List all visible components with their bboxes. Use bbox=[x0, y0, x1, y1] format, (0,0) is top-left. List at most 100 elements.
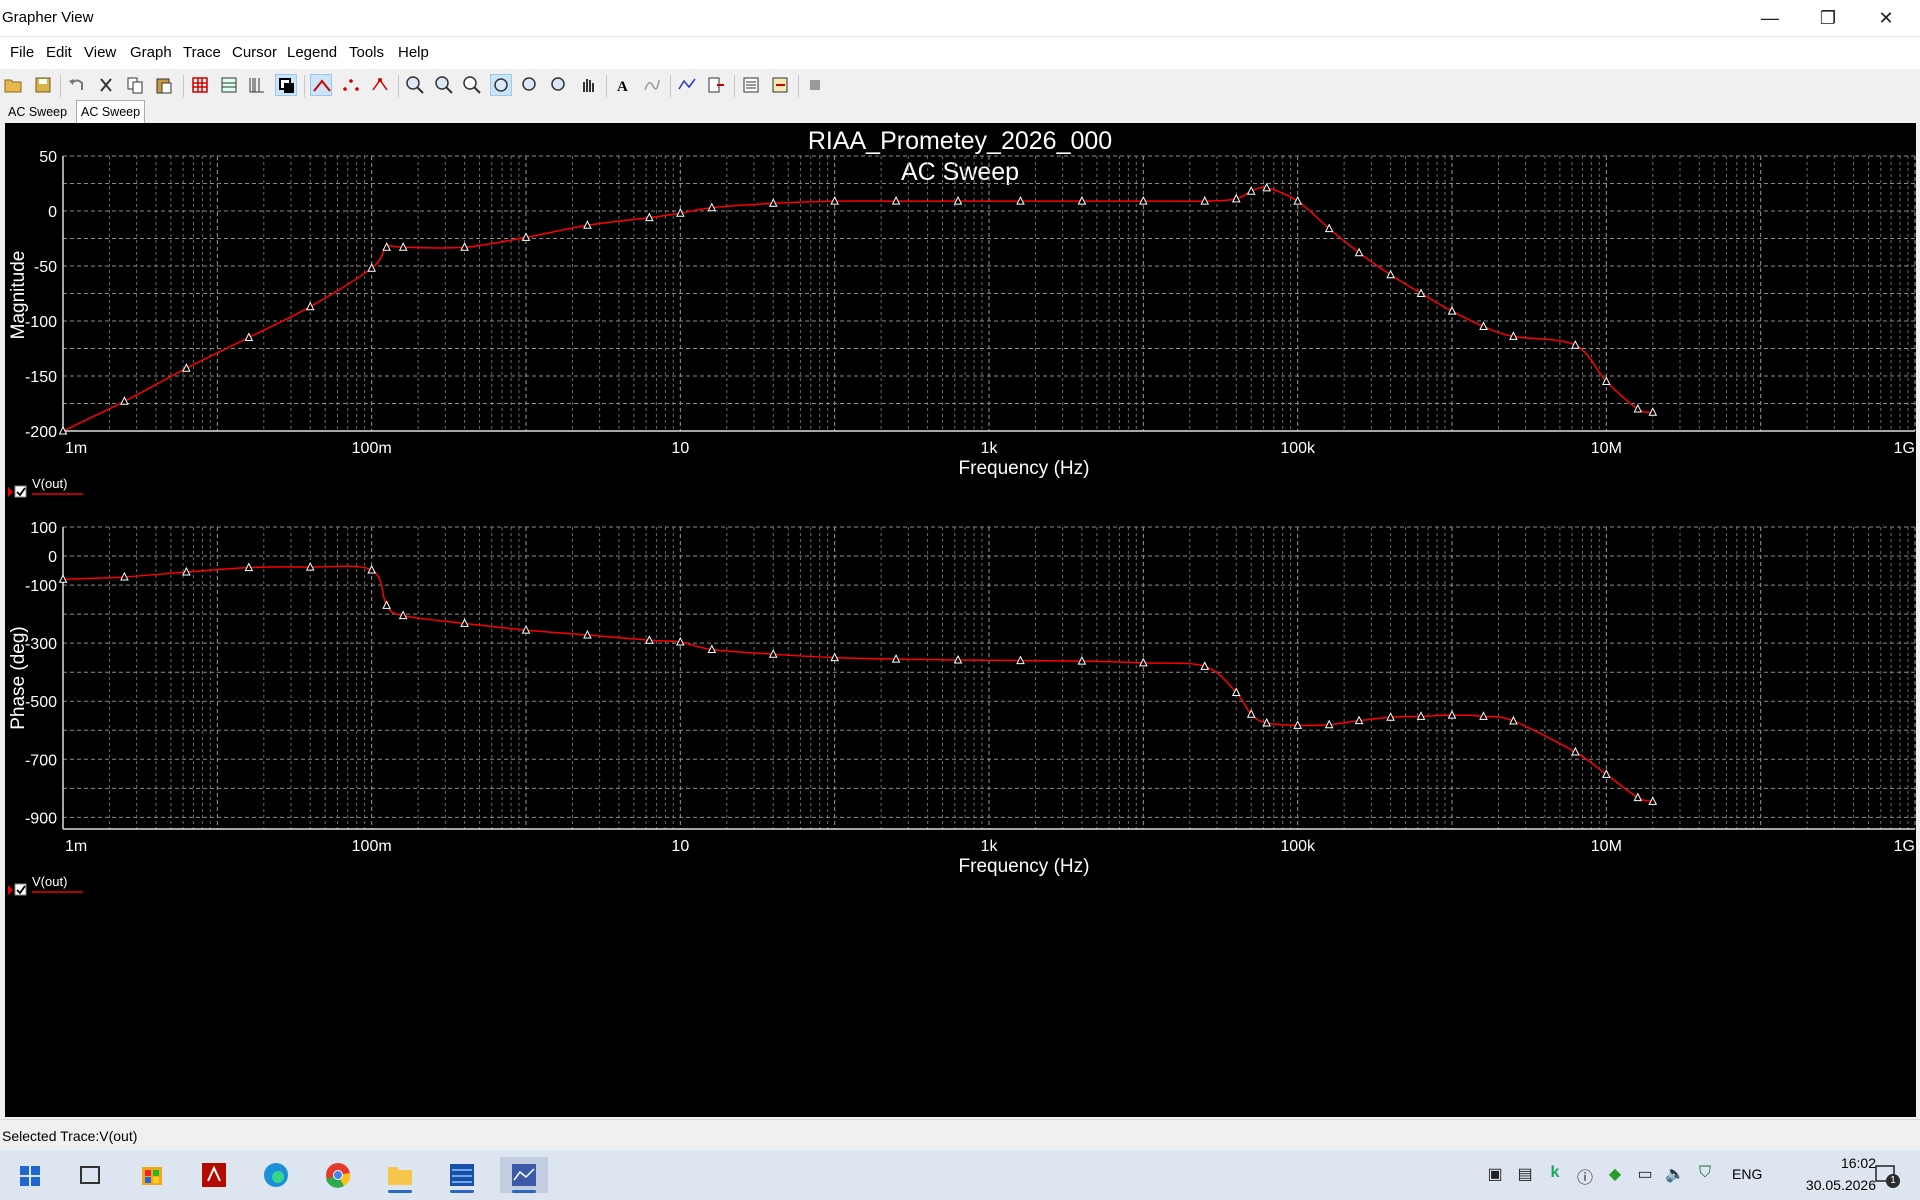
notification-button[interactable]: 1 bbox=[1872, 1162, 1902, 1190]
menu-tools[interactable]: Tools bbox=[349, 44, 384, 61]
y-tick-label: 0 bbox=[48, 204, 57, 221]
tray-volume-icon[interactable]: 🔈 bbox=[1664, 1164, 1686, 1186]
trace-line-vout[interactable] bbox=[62, 565, 1653, 803]
y-tick-label: -100 bbox=[25, 578, 57, 595]
data-point-marker[interactable] bbox=[1633, 403, 1643, 413]
menu-file[interactable]: File bbox=[10, 44, 34, 61]
text-icon[interactable]: A bbox=[612, 74, 634, 96]
x-tick-label: 1G bbox=[1894, 838, 1915, 855]
window-title: Grapher View bbox=[2, 9, 94, 26]
legend-vout[interactable]: V(out) bbox=[8, 476, 83, 498]
data-point-marker[interactable] bbox=[1571, 746, 1580, 756]
trace-line-vout[interactable] bbox=[62, 186, 1653, 432]
data-point-marker[interactable] bbox=[1633, 792, 1643, 802]
pan-icon[interactable] bbox=[577, 74, 599, 96]
clock-date[interactable]: 30.05.2026 bbox=[1776, 1177, 1876, 1193]
svg-text:A: A bbox=[617, 79, 628, 95]
tray-app2-icon[interactable]: ▤ bbox=[1514, 1164, 1536, 1186]
toolbar-separator bbox=[183, 75, 184, 97]
y-axis-label: Phase (deg) bbox=[8, 626, 29, 730]
tray-app1-icon[interactable]: ▣ bbox=[1484, 1164, 1506, 1186]
tray-info-icon[interactable]: ⓘ bbox=[1574, 1164, 1596, 1187]
legend-vout[interactable]: V(out) bbox=[8, 874, 83, 896]
x-tick-label: 10M bbox=[1591, 440, 1622, 457]
chrome-icon[interactable] bbox=[314, 1157, 362, 1193]
tray-network-icon[interactable]: ▭ bbox=[1634, 1164, 1656, 1186]
tray-security-icon[interactable]: ⛉ bbox=[1694, 1164, 1716, 1186]
tray-nvidia-icon[interactable]: ◆ bbox=[1604, 1164, 1626, 1186]
zoom-out-icon[interactable] bbox=[433, 74, 455, 96]
zoom-fit-icon[interactable] bbox=[490, 74, 512, 96]
properties-icon[interactable] bbox=[769, 74, 791, 96]
copy-graph-icon[interactable] bbox=[740, 74, 762, 96]
magnitude-panel[interactable]: 50 0 -50 -100 -150 -200 1m 100m 10 1k 100k 10M 1G Fre… bbox=[8, 149, 1916, 498]
toolbar-separator bbox=[670, 75, 671, 97]
zoom-y-icon[interactable] bbox=[548, 74, 570, 96]
toolbar-separator bbox=[734, 75, 735, 97]
data-point-marker[interactable] bbox=[1354, 247, 1364, 257]
x-tick-label: 1m bbox=[65, 838, 87, 855]
clock-time[interactable]: 16:02 bbox=[1776, 1155, 1876, 1171]
grapher-app-icon[interactable] bbox=[500, 1157, 548, 1193]
y-tick-label: -900 bbox=[25, 810, 57, 827]
open-icon[interactable] bbox=[2, 74, 24, 96]
tab-ac-sweep-1[interactable]: AC Sweep bbox=[4, 102, 71, 122]
undo-icon[interactable] bbox=[66, 74, 88, 96]
grapher-chart[interactable]: RIAA_Prometey_2026_000 AC Sweep 50 0 -50 -1… bbox=[5, 123, 1916, 1117]
store-icon[interactable] bbox=[128, 1157, 176, 1193]
acrobat-icon[interactable] bbox=[190, 1157, 238, 1193]
toolbar-separator bbox=[606, 75, 607, 97]
zoom-area-icon[interactable] bbox=[461, 74, 483, 96]
task-view-icon[interactable] bbox=[66, 1157, 114, 1193]
cut-icon[interactable] bbox=[95, 74, 117, 96]
x-tick-label: 1k bbox=[981, 440, 999, 457]
restore-button[interactable]: ❐ bbox=[1799, 0, 1857, 36]
data-point-marker[interactable] bbox=[305, 301, 315, 311]
zoom-in-icon[interactable] bbox=[404, 74, 426, 96]
app-blue-icon[interactable] bbox=[438, 1157, 486, 1193]
data-point-marker[interactable] bbox=[1386, 269, 1395, 279]
trace-points-icon[interactable] bbox=[340, 74, 362, 96]
fine-grid-icon[interactable] bbox=[218, 74, 240, 96]
copy-icon[interactable] bbox=[124, 74, 146, 96]
cursor-icon[interactable] bbox=[676, 74, 698, 96]
legend-label: V(out) bbox=[32, 476, 67, 491]
y-axis-label: Magnitude bbox=[8, 251, 29, 340]
data-point-marker[interactable] bbox=[1602, 769, 1611, 778]
edge-icon[interactable] bbox=[252, 1157, 300, 1193]
export-icon[interactable] bbox=[705, 74, 727, 96]
tab-ac-sweep-2[interactable]: AC Sweep bbox=[76, 100, 146, 123]
menu-graph[interactable]: Graph bbox=[130, 44, 172, 61]
menu-edit[interactable]: Edit bbox=[46, 44, 72, 61]
x-axis-label: Frequency (Hz) bbox=[959, 458, 1090, 479]
menu-help[interactable]: Help bbox=[398, 44, 429, 61]
zoom-x-icon[interactable] bbox=[519, 74, 541, 96]
plot-area[interactable]: RIAA_Prometey_2026_000 AC Sweep 50 0 -50 -1… bbox=[5, 123, 1916, 1117]
tray-k-icon[interactable]: k bbox=[1544, 1164, 1566, 1186]
overlay-icon[interactable] bbox=[275, 74, 297, 96]
paste-icon[interactable] bbox=[153, 74, 175, 96]
phase-panel[interactable]: 100 0 -100 -300 -500 -700 -900 1m 100m 10 1k 100k 10… bbox=[8, 520, 1916, 896]
minimize-button[interactable]: — bbox=[1741, 0, 1799, 36]
x-tick-label: 100k bbox=[1280, 838, 1316, 855]
y-tick-label: -700 bbox=[25, 752, 57, 769]
chart-subtitle: AC Sweep bbox=[901, 158, 1019, 186]
log-grid-icon[interactable] bbox=[246, 74, 268, 96]
menu-view[interactable]: View bbox=[84, 44, 116, 61]
data-point-marker[interactable] bbox=[382, 600, 391, 609]
trace-line-icon[interactable] bbox=[310, 74, 332, 96]
grid-icon[interactable] bbox=[189, 74, 211, 96]
menu-cursor[interactable]: Cursor bbox=[232, 44, 277, 61]
stop-icon[interactable] bbox=[804, 74, 826, 96]
formula-icon[interactable] bbox=[641, 74, 663, 96]
windows-start-icon[interactable] bbox=[6, 1157, 54, 1193]
language-indicator[interactable]: ENG bbox=[1732, 1166, 1762, 1182]
menu-trace[interactable]: Trace bbox=[183, 44, 221, 61]
save-icon[interactable] bbox=[32, 74, 54, 96]
data-point-marker[interactable] bbox=[1293, 195, 1302, 205]
close-button[interactable]: ✕ bbox=[1857, 0, 1915, 36]
file-explorer-icon[interactable] bbox=[376, 1157, 424, 1193]
trace-lines-points-icon[interactable] bbox=[369, 74, 391, 96]
menu-legend[interactable]: Legend bbox=[287, 44, 337, 61]
y-tick-label: -100 bbox=[25, 314, 57, 331]
